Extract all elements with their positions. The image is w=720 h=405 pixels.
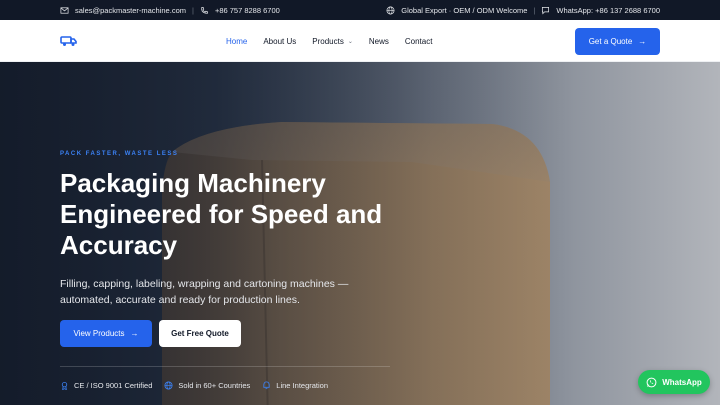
- line-icon: [263, 381, 270, 390]
- nav-menu: Home About Us Products ⌄ News Contact: [226, 20, 432, 62]
- nav-item-products[interactable]: Products ⌄: [312, 37, 353, 46]
- chevron-down-icon: ⌄: [347, 38, 353, 45]
- whatsapp-icon: [646, 377, 657, 387]
- feature-item: Sold in 60+ Countries: [164, 381, 250, 390]
- nav-item-news[interactable]: News: [369, 37, 389, 46]
- nav-item-label: Products: [312, 36, 344, 46]
- certificate-icon: [61, 381, 68, 390]
- get-quote-button[interactable]: Get a Quote →: [575, 28, 660, 55]
- mail-icon: [60, 6, 69, 14]
- get-quote-label: Get a Quote: [588, 37, 633, 46]
- top-bar: sales@packmaster-machine.com | +86 757 8…: [0, 0, 720, 20]
- hero-divider: [60, 366, 390, 367]
- separator: |: [191, 5, 194, 15]
- truck-logo-icon[interactable]: [60, 34, 78, 48]
- hero-title-line: Engineered for Speed and: [60, 199, 383, 229]
- nav-item-label: News: [368, 36, 389, 46]
- nav-item-home[interactable]: Home: [226, 37, 247, 46]
- hero-title-line: Accuracy: [60, 230, 178, 260]
- arrow-right-icon: →: [130, 329, 139, 338]
- nav-item-contact[interactable]: Contact: [405, 37, 433, 46]
- get-free-quote-label: Get Free Quote: [171, 329, 229, 338]
- nav-item-label: About Us: [263, 36, 297, 46]
- chat-icon: [542, 6, 550, 15]
- hero-features: CE / ISO 9001 Certified Sold in 60+ Coun…: [60, 381, 328, 390]
- globe-icon: [164, 381, 173, 390]
- nav-item-about[interactable]: About Us: [263, 37, 296, 46]
- whatsapp-label: WhatsApp: [662, 377, 702, 387]
- whatsapp-number[interactable]: WhatsApp: +86 137 2688 6700: [556, 6, 660, 15]
- view-products-label: View Products: [73, 329, 125, 338]
- feature-label: Line Integration: [276, 381, 329, 390]
- top-bar-info: Global Export · OEM / ODM Welcome | What…: [386, 6, 660, 15]
- globe-icon: [386, 6, 395, 14]
- hero-title: Packaging Machinery Engineered for Speed…: [60, 168, 420, 261]
- nav-item-label: Contact: [404, 36, 433, 46]
- feature-item: CE / ISO 9001 Certified: [60, 381, 152, 390]
- phone-link[interactable]: +86 757 8288 6700: [215, 6, 280, 15]
- top-bar-contacts: sales@packmaster-machine.com | +86 757 8…: [60, 6, 280, 15]
- hero-title-line: Packaging Machinery: [60, 168, 326, 198]
- feature-item: Line Integration: [262, 381, 328, 390]
- hero-subtitle: Filling, capping, labeling, wrapping and…: [60, 278, 349, 306]
- whatsapp-float-button[interactable]: WhatsApp: [638, 370, 710, 394]
- hero-eyebrow: PACK FASTER, WASTE LESS: [60, 151, 179, 157]
- main-navigation: Home About Us Products ⌄ News Contact Get…: [0, 20, 720, 62]
- feature-label: CE / ISO 9001 Certified: [74, 381, 153, 390]
- feature-label: Sold in 60+ Countries: [178, 381, 251, 390]
- separator: |: [533, 5, 536, 15]
- email-link[interactable]: sales@packmaster-machine.com: [75, 6, 186, 15]
- view-products-button[interactable]: View Products →: [60, 320, 152, 347]
- get-free-quote-button[interactable]: Get Free Quote: [159, 320, 241, 347]
- phone-icon: [201, 6, 208, 14]
- nav-item-label: Home: [226, 36, 248, 46]
- arrow-right-icon: →: [638, 37, 647, 46]
- export-tagline: Global Export · OEM / ODM Welcome: [401, 5, 528, 15]
